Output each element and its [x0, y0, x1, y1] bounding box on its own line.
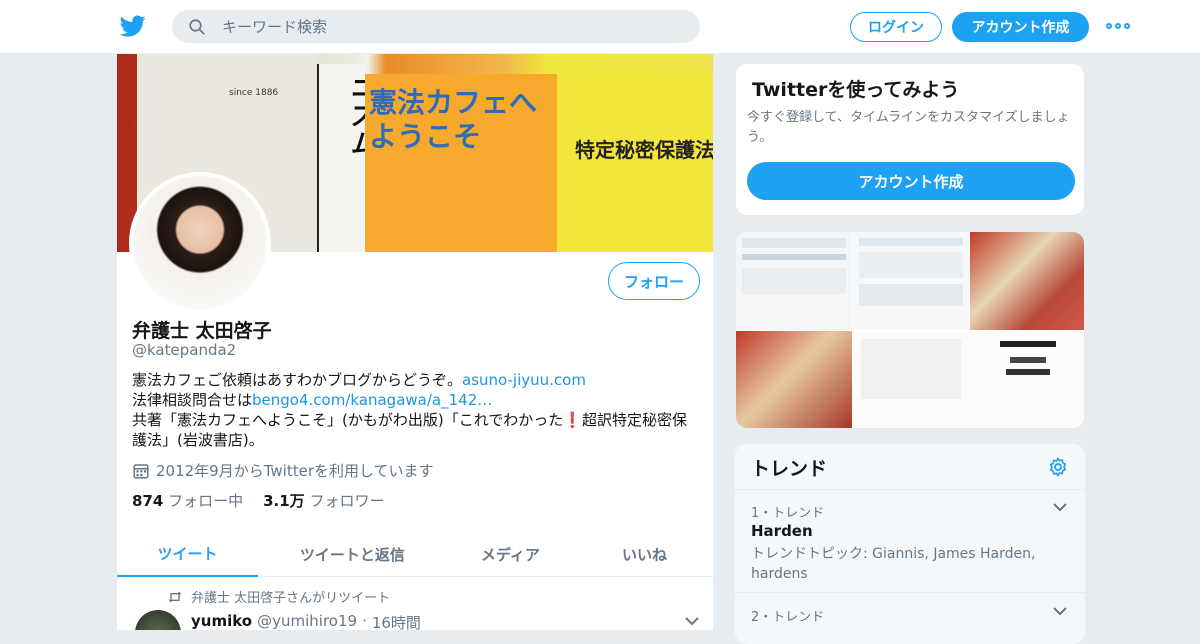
profile-card: since 1886 日本のフェミニズム 憲法カフェへようこそ 特定秘密保護法 … [116, 54, 714, 630]
follow-stats: 874 フォロー中 3.1万 フォロワー [132, 490, 384, 511]
retweet-context: 弁護士 太田啓子さんがリツイート [167, 587, 390, 606]
media-thumbnail-grid [735, 231, 1085, 429]
profile-tabs: ツイート ツイートと返信 メディア いいね [117, 532, 713, 577]
profile-name[interactable]: 弁護士 太田啓子 [132, 316, 272, 343]
trend-item[interactable]: 1・トレンド Harden トレンドトピック: Giannis, James H… [735, 490, 1085, 593]
follow-button[interactable]: フォロー [608, 262, 700, 300]
tweet-separator: · [362, 612, 367, 630]
search-icon [189, 19, 205, 35]
followers-stat[interactable]: 3.1万 フォロワー [263, 490, 384, 511]
trends-header: トレンド [735, 444, 1085, 490]
banner-book-4-title: 特定秘密保護法 [575, 138, 714, 162]
media-thumbnail[interactable] [970, 232, 1084, 330]
tab-likes[interactable]: いいね [574, 532, 713, 577]
tweet-timestamp[interactable]: 16時間 [372, 612, 421, 630]
settings-gear-icon[interactable] [1047, 456, 1069, 478]
more-options-icon[interactable] [1106, 19, 1130, 33]
trend-term[interactable]: Harden [751, 522, 813, 540]
tweet-header: yumiko @yumihiro19 · 16時間 [191, 612, 421, 630]
tweet-author-handle[interactable]: @yumihiro19 [257, 612, 357, 630]
following-count: 874 [132, 492, 164, 510]
bio-link-bengo4[interactable]: bengo4.com/kanagawa/a_142… [252, 391, 492, 409]
top-navigation-bar: ログイン アカウント作成 [0, 0, 1200, 54]
retweet-context-text: 弁護士 太田啓子さんがリツイート [191, 591, 391, 606]
bio-text: 護法」(岩波書店)。 [132, 431, 264, 449]
signup-card-text: 今すぐ登録して、タイムラインをカスタマイズしましょう。 [747, 110, 1070, 145]
tweet-author-name[interactable]: yumiko [191, 612, 252, 630]
profile-handle: @katepanda2 [132, 341, 237, 359]
calendar-icon [133, 463, 149, 478]
following-stat[interactable]: 874 フォロー中 [132, 490, 243, 511]
tab-tweets-and-replies[interactable]: ツイートと返信 [258, 532, 447, 577]
trends-panel: トレンド 1・トレンド Harden トレンドトピック: Giannis, Ja… [735, 444, 1085, 644]
media-thumbnail[interactable] [736, 331, 852, 428]
followers-count: 3.1万 [263, 492, 305, 510]
tweet-item[interactable]: 弁護士 太田啓子さんがリツイート yumiko @yumihiro19 · 16… [117, 578, 713, 630]
chevron-down-icon[interactable] [1053, 606, 1067, 616]
signup-card-title: Twitterを使ってみよう [752, 79, 960, 101]
bio-link-asuno[interactable]: asuno-jiyuu.com [462, 371, 586, 389]
signup-card-button[interactable]: アカウント作成 [747, 162, 1075, 200]
twitter-bird-icon[interactable] [120, 13, 146, 39]
banner-book-1-text: since 1886 [229, 88, 279, 98]
trends-title: トレンド [751, 458, 828, 480]
search-input[interactable] [222, 10, 682, 43]
chevron-down-icon[interactable] [685, 616, 699, 626]
chevron-down-icon[interactable] [1053, 502, 1067, 512]
bio-text: 共著「憲法カフェへようこそ」(かもがわ出版)「これでわかった [132, 411, 564, 429]
search-box[interactable] [172, 10, 700, 43]
bio-text: 法律相談問合せは [132, 391, 253, 409]
media-thumbnail[interactable] [853, 232, 969, 330]
following-label: フォロー中 [168, 492, 244, 510]
signup-card: Twitterを使ってみよう 今すぐ登録して、タイムラインをカスタマイズしましょ… [735, 63, 1085, 216]
bio-text: 憲法カフェご依頼はあすわかブログからどうぞ。 [132, 371, 463, 389]
media-thumbnail[interactable] [970, 331, 1084, 428]
joined-date: 2012年9月からTwitterを利用しています [132, 460, 434, 481]
trend-item[interactable]: 2・トレンド [735, 594, 1085, 644]
tab-media[interactable]: メディア [447, 532, 574, 577]
login-button[interactable]: ログイン [850, 12, 942, 42]
trend-rank: 2・トレンド [751, 610, 825, 625]
bio-text: 超訳特定秘密保 [581, 411, 687, 429]
media-thumbnail[interactable] [736, 232, 852, 330]
media-thumbnail[interactable] [853, 331, 969, 428]
exclamation-emoji: ❗ [563, 411, 582, 429]
profile-bio: 憲法カフェご依頼はあすわかブログからどうぞ。asuno-jiyuu.com 法律… [132, 370, 702, 450]
trend-rank: 1・トレンド [751, 506, 825, 521]
retweet-icon [168, 591, 182, 602]
followers-label: フォロワー [309, 492, 385, 510]
tweet-author-avatar[interactable] [135, 610, 181, 630]
profile-avatar[interactable] [129, 172, 271, 314]
joined-text: 2012年9月からTwitterを利用しています [156, 462, 434, 480]
trend-description: トレンドトピック: Giannis, James Harden, hardens [751, 546, 1036, 582]
banner-book-3-title: 憲法カフェへようこそ [369, 86, 538, 153]
signup-button[interactable]: アカウント作成 [952, 12, 1089, 42]
tab-tweets[interactable]: ツイート [117, 532, 259, 577]
